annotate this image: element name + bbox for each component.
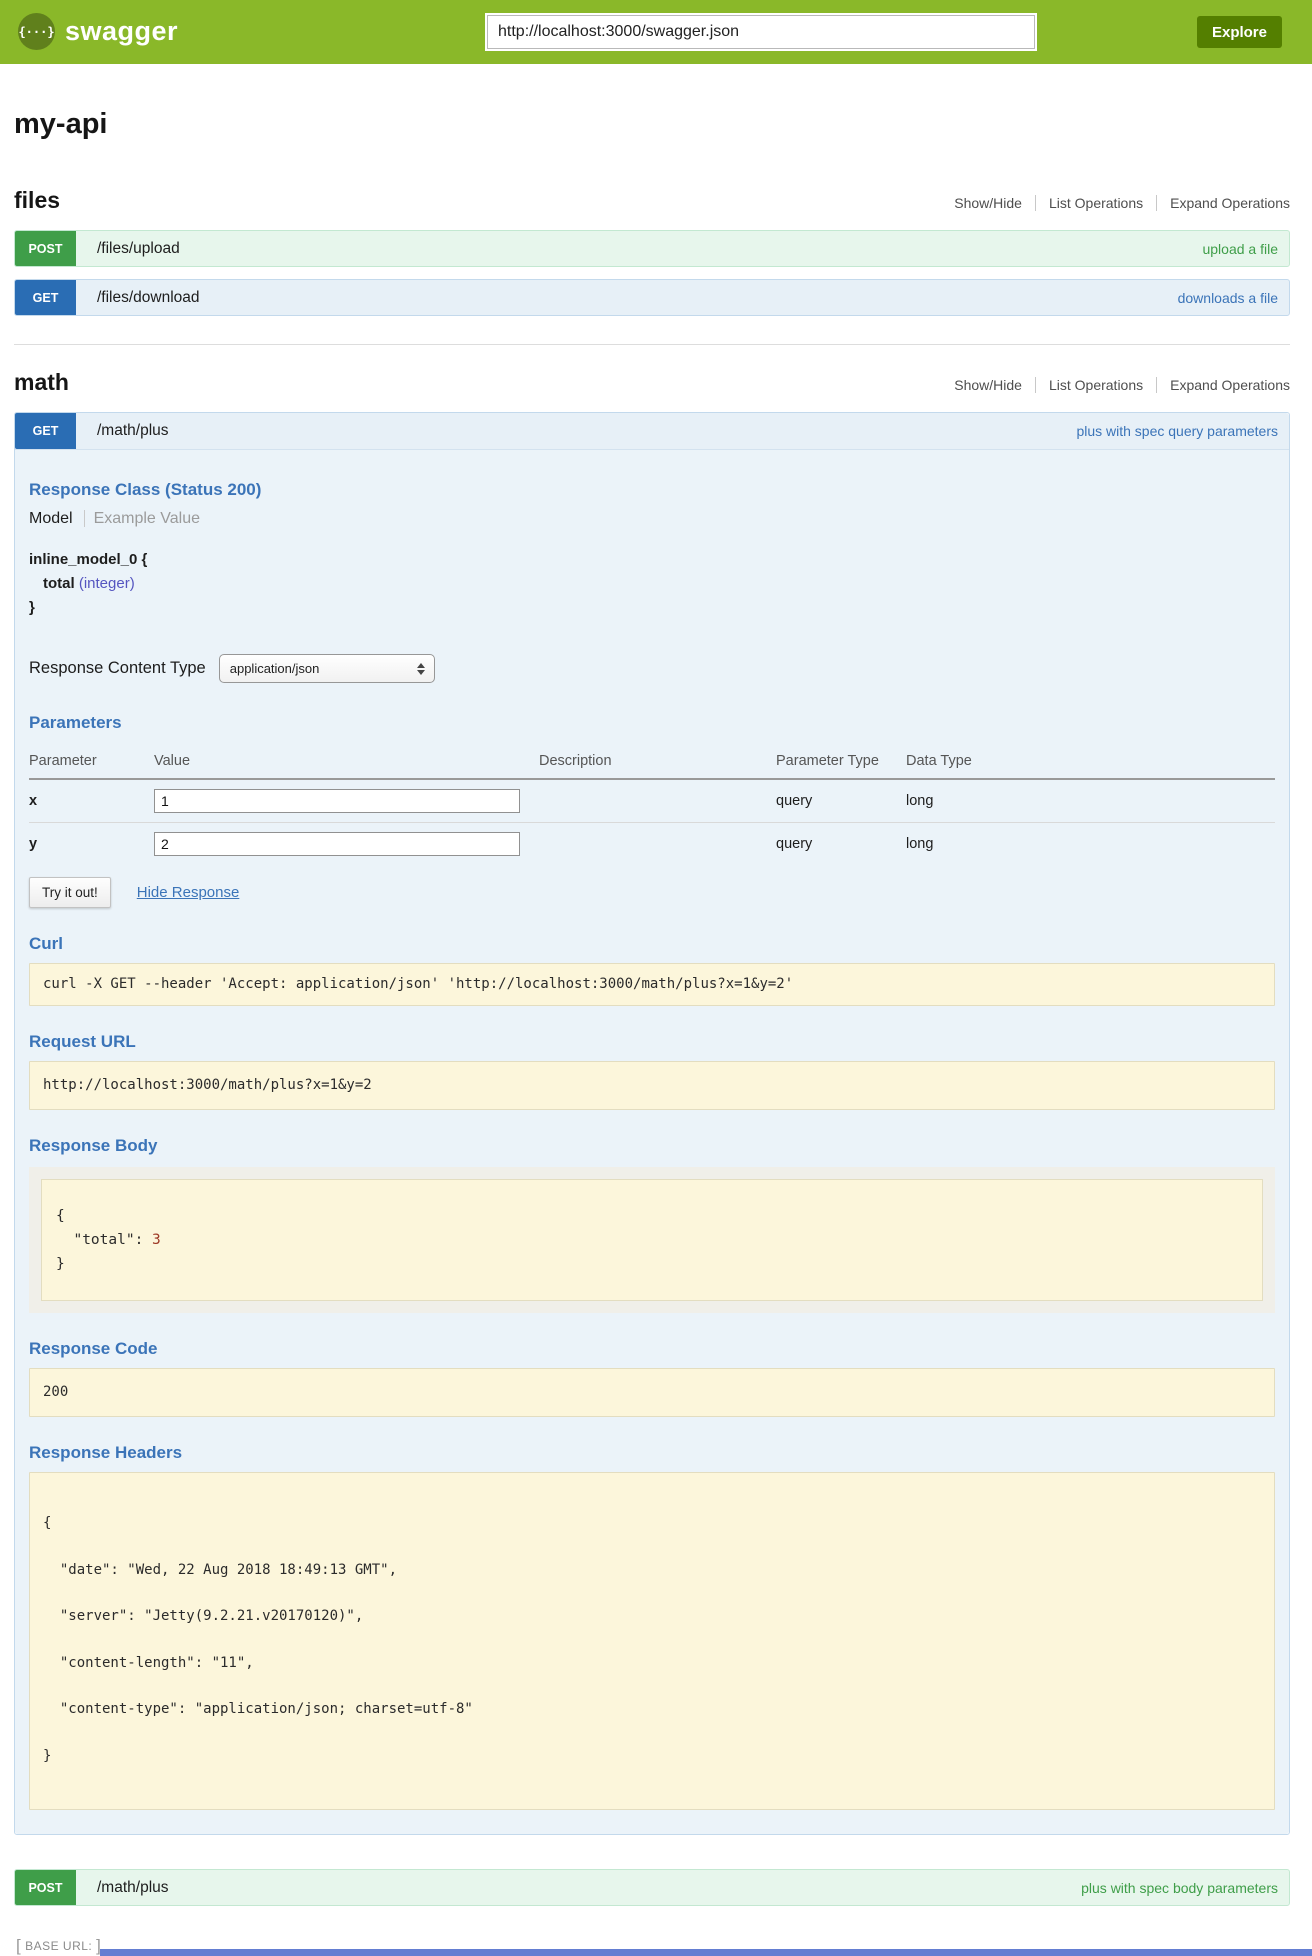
operation-get-files-download[interactable]: GET /files/download downloads a file <box>14 279 1290 316</box>
parameter-row-y: y query long <box>29 823 1275 866</box>
response-code-heading: Response Code <box>29 1339 1275 1359</box>
math-show-hide-link[interactable]: Show/Hide <box>941 377 1035 393</box>
model-close-line: } <box>29 596 1275 620</box>
header-bar: {···} swagger Explore <box>0 0 1312 64</box>
col-header-parameter: Parameter <box>29 745 154 779</box>
col-header-description: Description <box>539 745 776 779</box>
operation-get-math-plus[interactable]: GET /math/plus plus with spec query para… <box>15 413 1289 450</box>
curl-heading: Curl <box>29 934 1275 954</box>
swagger-logo[interactable]: {···} swagger <box>18 13 178 50</box>
swagger-braces-icon: {···} <box>18 13 55 50</box>
json-total-value: 3 <box>152 1232 161 1248</box>
files-show-hide-link[interactable]: Show/Hide <box>941 195 1035 211</box>
response-content-type-label: Response Content Type <box>29 659 206 678</box>
brand-title: swagger <box>65 16 178 47</box>
model-open-line: inline_model_0 { <box>29 548 1275 572</box>
files-list-operations-link[interactable]: List Operations <box>1035 195 1156 211</box>
col-header-data-type: Data Type <box>906 745 1275 779</box>
operation-post-math-plus[interactable]: POST /math/plus plus with spec body para… <box>14 1869 1290 1906</box>
spec-url-input[interactable] <box>487 15 1035 49</box>
response-code-block: 200 <box>29 1368 1275 1417</box>
parameter-row-x: x query long <box>29 779 1275 823</box>
parameter-type: query <box>776 779 906 823</box>
tab-model[interactable]: Model <box>29 510 85 527</box>
model-property: total (integer) <box>43 572 1275 596</box>
base-url-label: BASE URL: <box>25 1939 92 1953</box>
parameter-x-input[interactable] <box>154 789 520 813</box>
parameter-description <box>539 779 776 823</box>
parameter-type: query <box>776 823 906 866</box>
math-expand-operations-link[interactable]: Expand Operations <box>1156 377 1290 393</box>
get-method-badge: GET <box>15 280 76 315</box>
parameter-data-type: long <box>906 823 1275 866</box>
post-method-badge: POST <box>15 1870 76 1905</box>
parameter-y-input[interactable] <box>154 832 520 856</box>
response-body-block: { "total": 3 } <box>41 1179 1263 1301</box>
response-content-type-value: application/json <box>230 661 320 676</box>
section-divider <box>14 344 1290 345</box>
col-header-value: Value <box>154 745 539 779</box>
json-open-brace: { <box>56 1204 1248 1228</box>
response-headers-heading: Response Headers <box>29 1443 1275 1463</box>
response-body-heading: Response Body <box>29 1136 1275 1156</box>
operation-path[interactable]: /files/upload <box>97 240 180 258</box>
math-section-title[interactable]: math <box>14 369 69 396</box>
response-headers-block: { "date": "Wed, 22 Aug 2018 18:49:13 GMT… <box>29 1472 1275 1810</box>
model-signature: inline_model_0 { total (integer) } <box>29 548 1275 620</box>
operation-summary[interactable]: downloads a file <box>1178 290 1278 306</box>
response-class-tabs: ModelExample Value <box>29 510 1275 528</box>
files-section-controls: Show/Hide List Operations Expand Operati… <box>941 195 1290 211</box>
operation-details-panel: Response Class (Status 200) ModelExample… <box>15 450 1289 1834</box>
try-it-out-button[interactable]: Try it out! <box>29 877 111 908</box>
operation-path[interactable]: /files/download <box>97 289 200 307</box>
bottom-scroll-bar[interactable] <box>100 1949 1312 1956</box>
model-property-name: total <box>43 575 75 592</box>
operation-path[interactable]: /math/plus <box>97 1879 169 1897</box>
parameters-heading: Parameters <box>29 713 1275 733</box>
json-close-brace: } <box>56 1252 1248 1276</box>
response-content-type-select[interactable]: application/json <box>219 654 435 683</box>
files-expand-operations-link[interactable]: Expand Operations <box>1156 195 1290 211</box>
request-url-heading: Request URL <box>29 1032 1275 1052</box>
hide-response-link[interactable]: Hide Response <box>137 884 240 901</box>
math-section-header: math Show/Hide List Operations Expand Op… <box>14 369 1290 396</box>
math-section-controls: Show/Hide List Operations Expand Operati… <box>941 377 1290 393</box>
post-method-badge: POST <box>15 231 76 266</box>
operation-path[interactable]: /math/plus <box>97 422 169 440</box>
parameter-description <box>539 823 776 866</box>
response-content-type-row: Response Content Type application/json <box>29 654 1275 683</box>
operation-summary[interactable]: upload a file <box>1202 241 1278 257</box>
operation-post-files-upload[interactable]: POST /files/upload upload a file <box>14 230 1290 267</box>
parameter-data-type: long <box>906 779 1275 823</box>
api-title: my-api <box>14 108 1290 141</box>
math-list-operations-link[interactable]: List Operations <box>1035 377 1156 393</box>
files-section-title[interactable]: files <box>14 187 60 214</box>
parameter-name: x <box>29 779 154 823</box>
curl-command-block: curl -X GET --header 'Accept: applicatio… <box>29 963 1275 1006</box>
json-total-line: "total": 3 <box>56 1228 1248 1252</box>
response-class-heading: Response Class (Status 200) <box>29 480 1275 500</box>
request-url-block: http://localhost:3000/math/plus?x=1&y=2 <box>29 1061 1275 1110</box>
parameter-name: y <box>29 823 154 866</box>
select-stepper-icon <box>417 663 425 675</box>
response-body-outer: { "total": 3 } <box>29 1167 1275 1313</box>
files-section-header: files Show/Hide List Operations Expand O… <box>14 187 1290 214</box>
operation-get-math-plus-expanded: GET /math/plus plus with spec query para… <box>14 412 1290 1835</box>
model-property-type: (integer) <box>79 575 135 592</box>
operation-summary[interactable]: plus with spec body parameters <box>1081 1880 1278 1896</box>
operation-summary[interactable]: plus with spec query parameters <box>1076 423 1278 439</box>
get-method-badge: GET <box>15 413 76 449</box>
explore-button[interactable]: Explore <box>1197 16 1282 48</box>
tab-example-value[interactable]: Example Value <box>85 510 200 527</box>
col-header-parameter-type: Parameter Type <box>776 745 906 779</box>
try-it-out-row: Try it out! Hide Response <box>29 877 1275 908</box>
parameters-table: Parameter Value Description Parameter Ty… <box>29 745 1275 865</box>
